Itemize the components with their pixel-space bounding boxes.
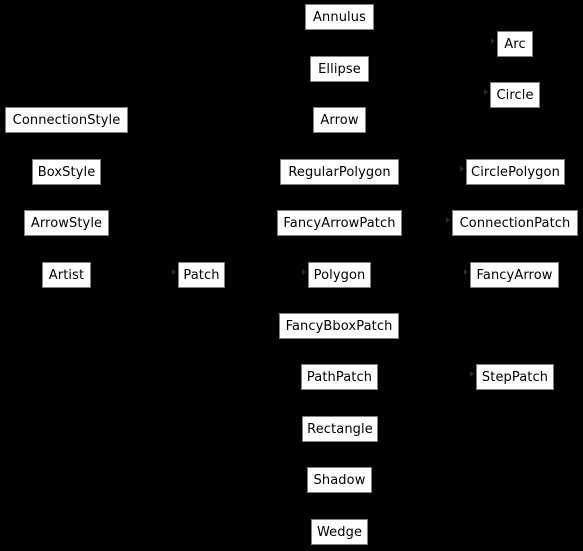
edge-patch-to-arrow — [201, 120, 341, 276]
class-node-boxstyle[interactable]: BoxStyle — [32, 159, 101, 185]
class-node-arrow[interactable]: Arrow — [313, 107, 366, 133]
class-node-fancybboxpatch[interactable]: FancyBboxPatch — [279, 313, 399, 339]
arrowhead-icon-circle — [484, 89, 488, 95]
inheritance-diagram-canvas: Annulus Arc Ellipse Circle ConnectionStyle Ar… — [0, 0, 583, 551]
arrowhead-icon-polygon — [302, 269, 306, 275]
class-node-fancyarrowpatch[interactable]: FancyArrowPatch — [277, 210, 402, 236]
arrowhead-icon-circlepolygon — [460, 166, 464, 172]
edge-boxstyle-to-fancybboxpatch — [66, 172, 339, 327]
edge-patch-to-rectangle — [200, 275, 340, 430]
class-node-annulus[interactable]: Annulus — [305, 4, 374, 30]
class-node-connectionstyle[interactable]: ConnectionStyle — [5, 107, 128, 133]
class-node-patch[interactable]: Patch — [178, 262, 225, 288]
class-node-rectangle[interactable]: Rectangle — [302, 416, 378, 442]
arrowhead-icon-connectionpatch — [446, 217, 450, 223]
arrowhead-icon-arc — [491, 38, 495, 44]
class-node-wedge[interactable]: Wedge — [311, 519, 368, 545]
class-node-arrowstyle[interactable]: ArrowStyle — [24, 210, 109, 236]
class-node-artist[interactable]: Artist — [42, 262, 91, 288]
class-node-pathpatch[interactable]: PathPatch — [301, 364, 378, 390]
arrowhead-icon-patch — [172, 269, 176, 275]
class-node-arc[interactable]: Arc — [497, 31, 533, 57]
arrowhead-icon-steppatch — [470, 371, 474, 377]
class-node-fancyarrow[interactable]: FancyArrow — [470, 262, 559, 288]
class-node-connectionpatch[interactable]: ConnectionPatch — [452, 210, 578, 236]
class-node-circle[interactable]: Circle — [490, 82, 540, 108]
class-node-circlepolygon[interactable]: CirclePolygon — [466, 159, 565, 185]
class-node-shadow[interactable]: Shadow — [307, 467, 372, 493]
arrowhead-icon-fancyarrow — [464, 269, 468, 275]
class-node-steppatch[interactable]: StepPatch — [476, 364, 554, 390]
class-node-ellipse[interactable]: Ellipse — [310, 56, 369, 82]
class-node-regularpolygon[interactable]: RegularPolygon — [280, 159, 399, 185]
class-node-polygon[interactable]: Polygon — [308, 262, 371, 288]
